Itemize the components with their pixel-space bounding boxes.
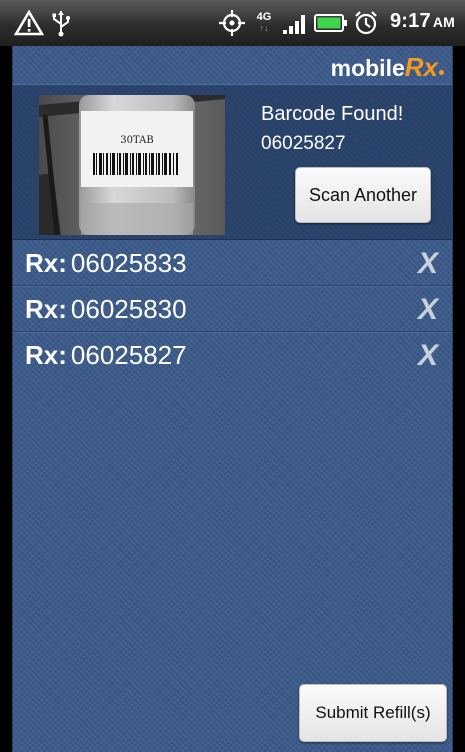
rx-list-item[interactable]: Rx: 06025827 X — [13, 332, 452, 377]
delete-x-icon[interactable]: X — [418, 339, 438, 373]
delete-x-icon[interactable]: X — [418, 293, 438, 327]
scan-another-button[interactable]: Scan Another — [295, 167, 431, 223]
delete-x-icon[interactable]: X — [418, 247, 438, 281]
rx-list: Rx: 06025833 X Rx: 06025830 X Rx: 06025827 … — [13, 240, 452, 377]
signal-icon — [282, 8, 308, 38]
usb-icon — [50, 8, 72, 38]
bottle-label-text: 30TAB — [120, 135, 153, 146]
phone-screen: 4G ↑↓ 9:17 AM mobileRx 30TAB Barcode Fou… — [0, 0, 465, 752]
rx-label: Rx: 06025830 — [25, 294, 187, 324]
rx-list-item[interactable]: Rx: 06025830 X — [13, 286, 452, 332]
rx-label: Rx: 06025827 — [25, 340, 187, 370]
network-4g-icon: 4G ↑↓ — [256, 11, 272, 34]
scan-result-panel: 30TAB Barcode Found! 06025827 Scan Anoth… — [13, 84, 452, 240]
app-content: mobileRx 30TAB Barcode Found! 06025827 S… — [12, 46, 453, 752]
rx-label: Rx: 06025833 — [25, 248, 187, 278]
clock: 9:17 AM — [389, 10, 455, 32]
submit-refills-button[interactable]: Submit Refill(s) — [299, 684, 447, 742]
scanned-bottle-image: 30TAB — [39, 95, 225, 235]
gps-icon — [218, 8, 246, 38]
rx-list-item[interactable]: Rx: 06025833 X — [13, 240, 452, 286]
status-bar: 4G ↑↓ 9:17 AM — [0, 0, 465, 46]
battery-icon — [314, 8, 348, 38]
mobilerx-logo: mobileRx — [331, 52, 444, 83]
barcode-number: 06025827 — [261, 133, 346, 154]
alarm-icon — [353, 8, 379, 38]
warning-icon — [14, 8, 44, 38]
barcode-found-title: Barcode Found! — [261, 103, 404, 125]
